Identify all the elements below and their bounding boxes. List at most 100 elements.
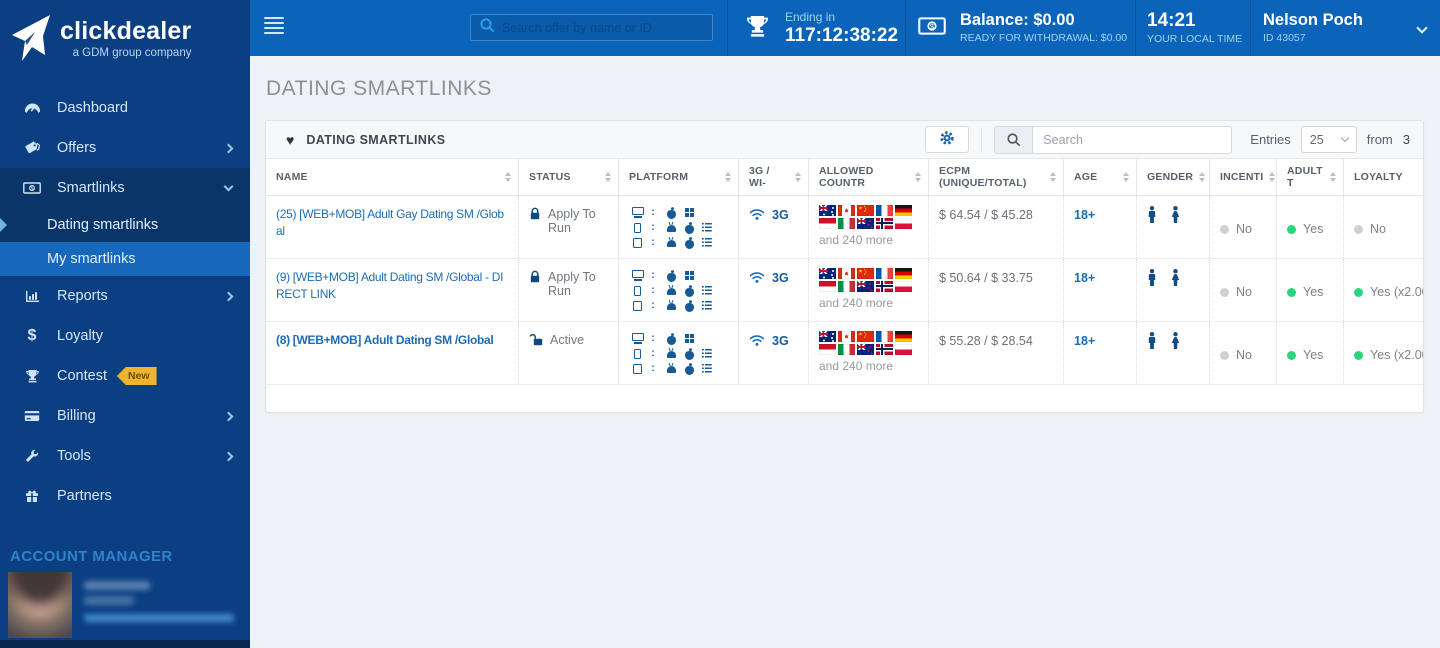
table-row: (9) [WEB+MOB] Adult Dating SM /Global - …: [266, 259, 1423, 322]
smartlink-link[interactable]: (8) [WEB+MOB] Adult Dating SM /Global: [276, 332, 510, 349]
age-cell: 18+: [1063, 259, 1136, 321]
status-cell: Apply To Run: [518, 196, 618, 258]
tablet-icon: [633, 363, 642, 374]
column-header-status[interactable]: STATUS: [518, 159, 618, 195]
countries-cell: and 240 more: [808, 196, 928, 258]
column-header-platform[interactable]: PLATFORM: [618, 159, 738, 195]
smartlink-link[interactable]: (25) [WEB+MOB] Adult Gay Dating SM /Glob…: [276, 206, 510, 240]
android-icon: [666, 302, 676, 311]
topbar-search[interactable]: [470, 14, 713, 41]
heart-icon: ♥: [286, 131, 295, 148]
flag-china-icon: [857, 205, 874, 216]
table-search-input[interactable]: [1032, 125, 1233, 154]
column-header-adult[interactable]: ADULT T: [1276, 159, 1343, 195]
main-content: DATING SMARTLINKS ♥ DATING SMARTLINKS En…: [250, 56, 1440, 648]
adult-cell: Yes: [1276, 322, 1343, 384]
user-id: ID 43057: [1263, 31, 1306, 44]
flag-poland-icon: [895, 218, 912, 229]
age-cell: 18+: [1063, 196, 1136, 258]
countries-cell: and 240 more: [808, 259, 928, 321]
list-icon: [702, 349, 712, 358]
sort-icon: [915, 172, 921, 182]
sort-icon: [795, 172, 801, 182]
wrench-icon: [22, 449, 42, 463]
windows-icon: [684, 271, 694, 280]
sidebar-item-smartlinks[interactable]: $ Smartlinks: [0, 168, 250, 208]
column-header-ecpm[interactable]: ECPM (UNIQUE/TOTAL): [928, 159, 1063, 195]
table-search: [994, 125, 1233, 154]
male-icon: [1147, 206, 1157, 227]
banknote-icon: $: [918, 16, 946, 40]
header-separator: [981, 126, 983, 153]
sidebar-item-dashboard[interactable]: Dashboard: [0, 88, 250, 128]
sidebar-item-loyalty[interactable]: $ Loyalty: [0, 316, 250, 356]
apple-icon: [684, 224, 694, 234]
local-time-section: 14:21 YOUR LOCAL TIME: [1147, 0, 1242, 56]
connection-type: 3G: [772, 208, 789, 222]
status-text: Active: [550, 333, 585, 347]
user-menu[interactable]: Nelson Poch ID 43057: [1263, 0, 1428, 56]
flag-germany-icon: [895, 268, 912, 279]
sidebar-item-reports[interactable]: Reports: [0, 276, 250, 316]
android-icon: [666, 224, 676, 233]
svg-text:$: $: [930, 21, 935, 30]
sidebar-item-dating-smartlinks[interactable]: Dating smartlinks: [0, 208, 250, 242]
chevron-down-icon: [223, 181, 234, 192]
column-header-loyalty[interactable]: LOYALTY: [1343, 159, 1423, 195]
tablet-icon: [633, 237, 642, 248]
topbar: Ending in 117:12:38:22 $ Balance: $0.00 …: [250, 0, 1440, 56]
flag-germany-icon: [895, 331, 912, 342]
android-icon: [666, 239, 676, 248]
platform-cell: :::: [618, 322, 738, 384]
windows-icon: [684, 334, 694, 343]
entries-select[interactable]: 25: [1300, 126, 1357, 153]
flag-canada-icon: [838, 205, 855, 216]
account-manager-title-blurred: [84, 596, 134, 605]
sidebar-item-partners[interactable]: Partners: [0, 476, 250, 516]
table-settings-button[interactable]: [925, 126, 970, 153]
topbar-divider: [727, 0, 728, 56]
paper-plane-icon: [8, 13, 54, 68]
connection-cell: 3G: [738, 259, 808, 321]
sidebar-item-my-smartlinks[interactable]: My smartlinks: [0, 242, 250, 276]
sidebar-item-offers[interactable]: Offers: [0, 128, 250, 168]
flag-canada-icon: [838, 331, 855, 342]
connection-type: 3G: [772, 271, 789, 285]
flag-new-zealand-icon: [857, 344, 874, 355]
dollar-icon: $: [27, 327, 37, 344]
list-icon: [702, 223, 712, 232]
topbar-search-input[interactable]: [502, 20, 704, 35]
sidebar-item-contest[interactable]: Contest New: [0, 356, 250, 396]
hamburger-menu-icon[interactable]: [264, 17, 284, 37]
apple-icon: [684, 350, 694, 360]
column-header-name[interactable]: NAME: [266, 159, 518, 195]
flag-france-icon: [876, 268, 893, 279]
column-header-age[interactable]: AGE: [1063, 159, 1136, 195]
connection-cell: 3G: [738, 196, 808, 258]
sidebar-item-tools[interactable]: Tools: [0, 436, 250, 476]
wifi-icon: [749, 271, 765, 287]
flag-france-icon: [876, 205, 893, 216]
sidebar-item-label: Dating smartlinks: [47, 217, 159, 233]
column-header-countries[interactable]: ALLOWED COUNTR: [808, 159, 928, 195]
column-header-connection[interactable]: 3G / WI-: [738, 159, 808, 195]
apple-icon: [684, 239, 694, 249]
bar-chart-icon: [22, 290, 42, 303]
phone-icon: [634, 285, 641, 296]
brand-logo[interactable]: clickdealer a GDM group company: [0, 0, 250, 76]
apple-icon: [684, 287, 694, 297]
sidebar-item-label: Partners: [57, 488, 112, 504]
chevron-down-icon[interactable]: [1416, 22, 1428, 34]
sidebar-item-billing[interactable]: Billing: [0, 396, 250, 436]
wifi-icon: [749, 208, 765, 224]
search-icon: [479, 17, 495, 38]
panel-title: DATING SMARTLINKS: [306, 132, 446, 147]
countries-cell: and 240 more: [808, 322, 928, 384]
column-header-gender[interactable]: GENDER: [1136, 159, 1209, 195]
smartlink-link[interactable]: (9) [WEB+MOB] Adult Dating SM /Global - …: [276, 269, 510, 303]
gray-dot-icon: [1220, 350, 1229, 360]
sidebar-item-label: Smartlinks: [57, 180, 125, 196]
column-header-incentive[interactable]: INCENTI: [1209, 159, 1276, 195]
account-manager-name-blurred: [84, 581, 150, 590]
incentive-cell: No: [1209, 259, 1276, 321]
